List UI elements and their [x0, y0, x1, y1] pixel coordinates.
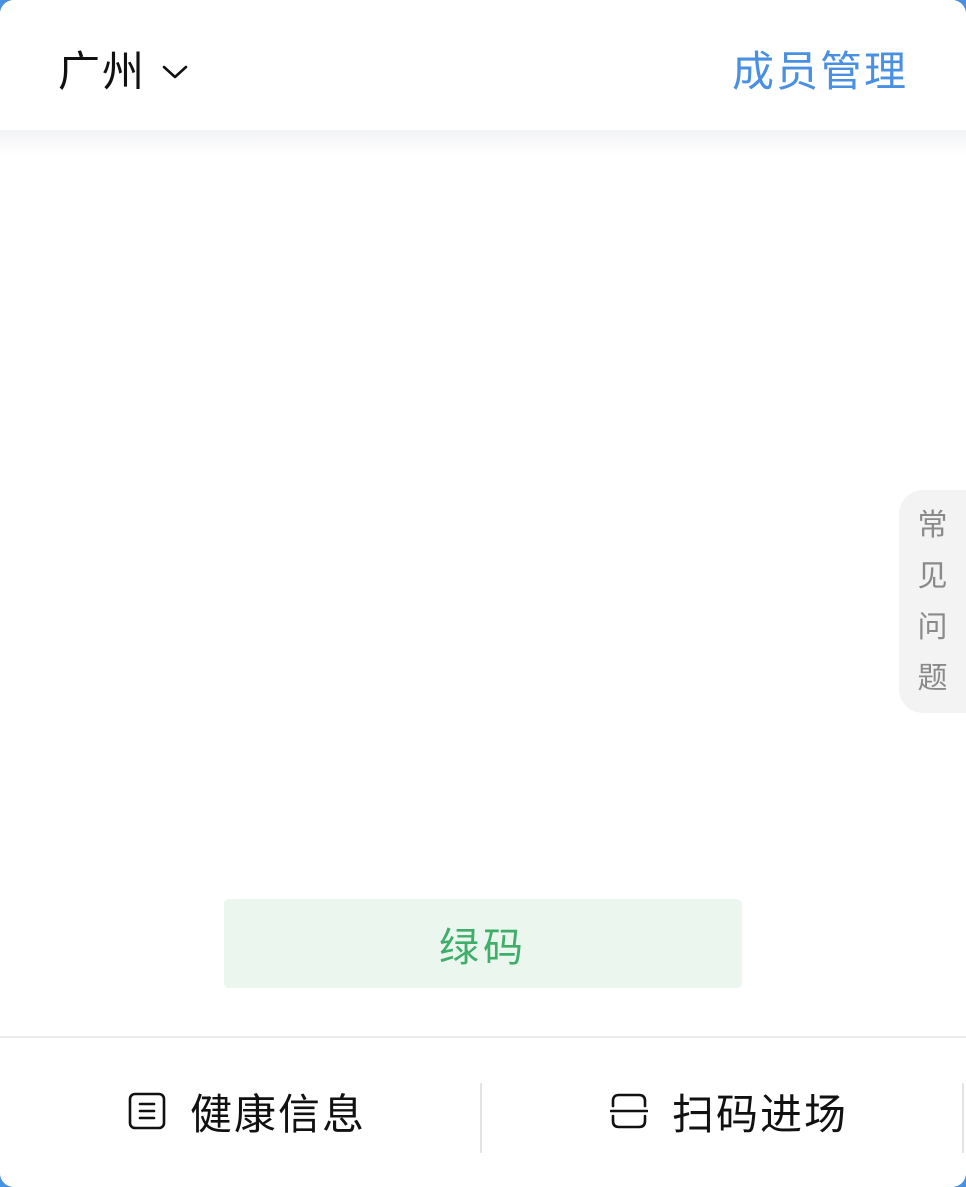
- bottom-divider: [480, 1083, 482, 1153]
- scan-entry-button[interactable]: 扫码进场: [610, 1076, 848, 1146]
- city-label: 广州: [58, 46, 147, 96]
- top-header: 广州 成员管理: [0, 0, 966, 130]
- city-selector[interactable]: 广州: [58, 38, 188, 98]
- header-shadow: [0, 130, 966, 156]
- green-code-status-badge: 绿码: [224, 899, 742, 988]
- document-icon: [128, 1092, 166, 1130]
- chevron-down-icon: [162, 65, 188, 79]
- faq-char: 题: [917, 660, 948, 696]
- health-code-card: 广州 成员管理 常 见 问 题 绿码 健康信息 扫码进场: [0, 0, 966, 1187]
- faq-char: 见: [917, 558, 948, 594]
- scan-icon: [610, 1093, 648, 1129]
- scan-entry-label: 扫码进场: [672, 1089, 849, 1139]
- faq-side-tab[interactable]: 常 见 问 题: [899, 490, 966, 713]
- bottom-action-bar: 健康信息 扫码进场: [0, 1036, 966, 1187]
- bottom-divider-right: [962, 1083, 964, 1153]
- member-management-link[interactable]: 成员管理: [732, 38, 908, 98]
- health-info-label: 健康信息: [190, 1089, 367, 1139]
- faq-char: 问: [917, 609, 948, 645]
- health-info-button[interactable]: 健康信息: [128, 1076, 366, 1146]
- status-label: 绿码: [439, 924, 527, 971]
- faq-char: 常: [917, 507, 948, 543]
